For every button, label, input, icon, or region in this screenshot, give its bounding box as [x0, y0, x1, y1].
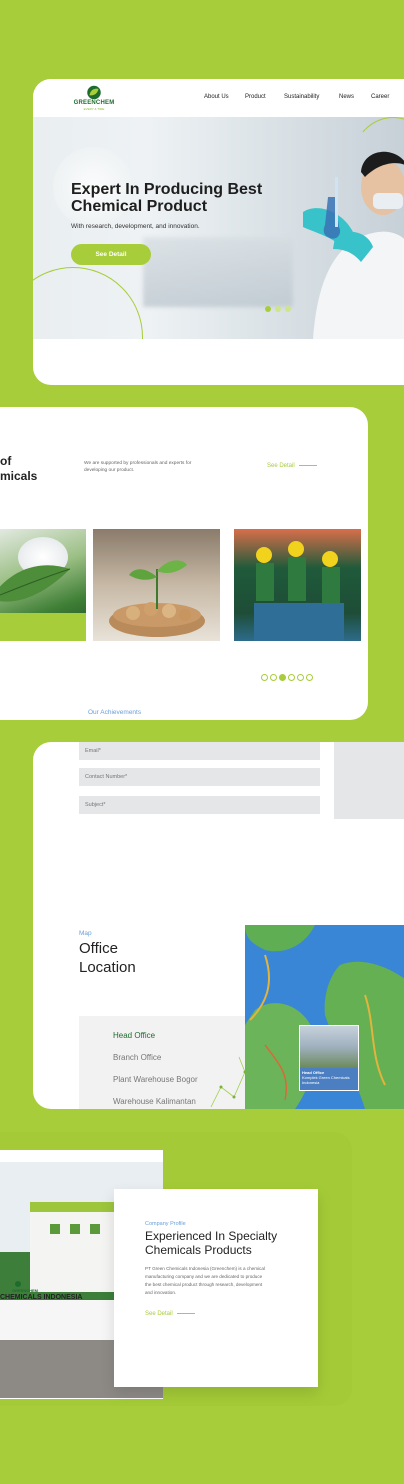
- hero-card: GREENCHEM EVERY & TIME About Us Product …: [33, 79, 404, 385]
- profile-title: Experienced In Specialty Chemicals Produ…: [145, 1229, 278, 1257]
- categories-description: We are supported by professionals and ex…: [84, 461, 192, 473]
- factory-sign-brand: GREENCHEM: [12, 1288, 39, 1293]
- contact-number-field[interactable]: Contact Number*: [79, 768, 320, 786]
- hero-banner: Expert In Producing Best Chemical Produc…: [33, 117, 404, 339]
- map-kicker: Map: [79, 930, 92, 937]
- network-decoration-icon: [210, 1056, 247, 1108]
- carousel-dot-3[interactable]: [279, 674, 286, 681]
- slider-dot-3[interactable]: [285, 306, 291, 312]
- slider-dot-2[interactable]: [275, 306, 281, 312]
- carousel-dot-2[interactable]: [270, 674, 277, 681]
- office-item-bogor[interactable]: Plant Warehouse Bogor: [113, 1075, 198, 1084]
- email-field[interactable]: Email*: [79, 742, 320, 760]
- head-office-popup[interactable]: Head Office Komplek Green Chemicals Indo…: [299, 1025, 359, 1091]
- nav-sustainability[interactable]: Sustainability: [284, 94, 319, 100]
- head-office-caption: Head Office Komplek Green Chemicals Indo…: [300, 1068, 358, 1090]
- message-field[interactable]: [334, 742, 404, 819]
- nav-product[interactable]: Product: [245, 94, 266, 100]
- category-carousel-dots: [261, 668, 315, 686]
- category-label-band: [0, 613, 86, 641]
- hero-bg-lab: [143, 237, 293, 307]
- categories-see-detail-link[interactable]: See Detail: [267, 463, 317, 469]
- office-item-head[interactable]: Head Office: [113, 1031, 155, 1040]
- carousel-dot-1[interactable]: [261, 674, 268, 681]
- carousel-dot-6[interactable]: [306, 674, 313, 681]
- hero-circle-decoration: [33, 267, 143, 339]
- see-detail-label: See Detail: [145, 1311, 173, 1317]
- company-profile-card: GREENCHEM CHEMICALS INDONESIA Company Pr…: [0, 1132, 352, 1406]
- arrow-right-icon: [60, 658, 76, 659]
- subject-field[interactable]: Subject*: [79, 796, 320, 814]
- category-label: Care: [0, 654, 14, 660]
- contact-map-card: Email* Contact Number* Subject* Map Offi…: [33, 742, 404, 1109]
- hero-slider-dots: [265, 299, 295, 317]
- hero-title: Expert In Producing Best Chemical Produc…: [71, 181, 263, 215]
- office-map[interactable]: Head Office Komplek Green Chemicals Indo…: [245, 925, 404, 1109]
- arrow-right-icon: [176, 1312, 195, 1314]
- see-detail-button[interactable]: See Detail: [71, 244, 151, 265]
- carousel-dot-5[interactable]: [297, 674, 304, 681]
- leaf-logo-icon: [87, 85, 101, 100]
- profile-see-detail-link[interactable]: See Detail: [145, 1311, 195, 1317]
- category-photo-workers[interactable]: [234, 529, 361, 641]
- profile-kicker: Company Profile: [145, 1221, 186, 1227]
- factory-sign-text: CHEMICALS INDONESIA: [0, 1294, 83, 1301]
- top-navbar: GREENCHEM EVERY & TIME About Us Product …: [33, 79, 404, 117]
- category-photo-care[interactable]: [0, 529, 86, 641]
- profile-info-card: Company Profile Experienced In Specialty…: [114, 1189, 318, 1387]
- brand-tagline: EVERY & TIME: [83, 107, 105, 111]
- popup-text: Komplek Green Chemicals Indonesia: [302, 1075, 350, 1085]
- nav-news[interactable]: News: [339, 94, 354, 100]
- achievements-heading: Our Achievements: [88, 709, 142, 716]
- head-office-photo: [300, 1026, 358, 1068]
- workers-image: [254, 541, 344, 641]
- categories-card: of micals We are supported by profession…: [0, 407, 368, 720]
- office-item-branch[interactable]: Branch Office: [113, 1053, 161, 1062]
- office-location-title: Office Location: [79, 940, 136, 976]
- hero-subtitle: With research, development, and innovati…: [71, 223, 200, 230]
- categories-title: of micals: [0, 454, 38, 483]
- nav-career[interactable]: Career: [371, 94, 389, 100]
- profile-body: PT Green Chemicals Indonesia (Greenchem)…: [145, 1266, 265, 1295]
- carousel-dot-4[interactable]: [288, 674, 295, 681]
- arrow-right-icon: [298, 464, 317, 466]
- category-photo-coins-plant[interactable]: [93, 529, 220, 641]
- coins-sprout-image: [109, 560, 205, 637]
- office-item-kalimantan[interactable]: Warehouse Kalimantan: [113, 1097, 196, 1106]
- slider-dot-1[interactable]: [265, 306, 271, 312]
- see-detail-label: See Detail: [267, 463, 295, 469]
- brand-logo[interactable]: GREENCHEM EVERY & TIME: [72, 85, 116, 113]
- brand-name: GREENCHEM: [73, 100, 115, 106]
- plant-leaf-image: [0, 565, 71, 602]
- nav-about-us[interactable]: About Us: [204, 94, 229, 100]
